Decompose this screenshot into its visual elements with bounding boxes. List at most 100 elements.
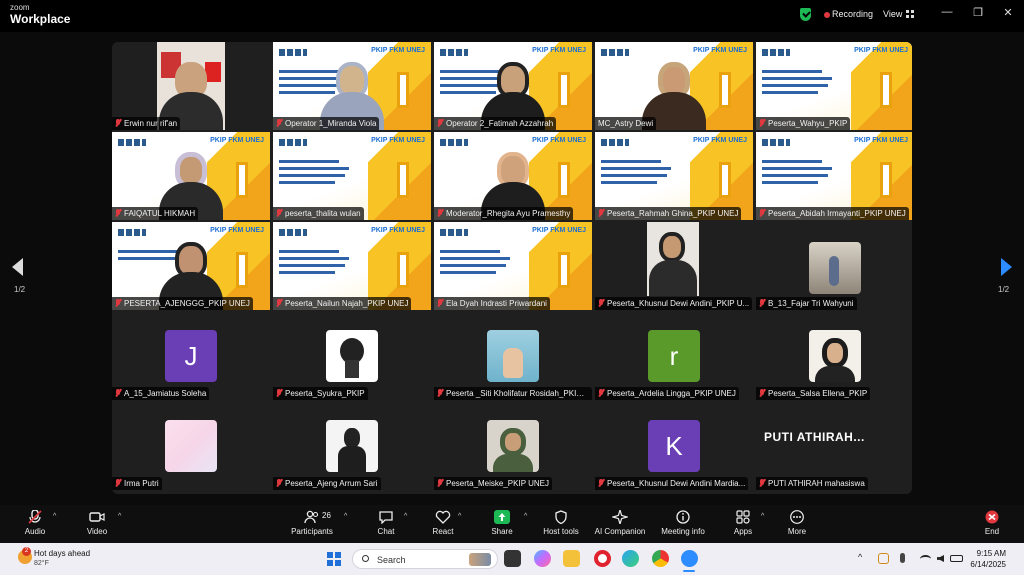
participants-button[interactable]: Participants bbox=[282, 507, 342, 543]
participants-options-caret-icon[interactable]: ^ bbox=[344, 513, 347, 520]
avatar: r bbox=[648, 330, 700, 382]
next-page-arrow-icon[interactable] bbox=[1001, 258, 1012, 276]
avatar bbox=[326, 330, 378, 382]
video-tile[interactable]: Peserta_Khusnul Dewi Andini_PKIP U... bbox=[595, 222, 753, 310]
end-meeting-button[interactable]: End bbox=[962, 507, 1022, 543]
video-tile[interactable]: PKIP FKM UNEJ Operator 2_Fatimah Azzahra… bbox=[434, 42, 592, 130]
participant-display-name: PUTI ATHIRAH... bbox=[764, 430, 865, 444]
video-tile[interactable]: PKIP FKM UNEJ Peserta_Nailun Najah_PKIP … bbox=[273, 222, 431, 310]
encryption-shield-icon[interactable] bbox=[800, 8, 811, 21]
slide-header: PKIP FKM UNEJ bbox=[210, 137, 264, 144]
video-tile[interactable]: Peserta_Salsa Ellena_PKIP bbox=[756, 312, 912, 400]
tray-app-icon[interactable] bbox=[878, 553, 889, 564]
apps-options-caret-icon[interactable]: ^ bbox=[761, 513, 764, 520]
video-tile[interactable]: r Peserta_Ardelia Lingga_PKIP UNEJ bbox=[595, 312, 753, 400]
video-tile[interactable]: Peserta_Ajeng Arrum Sari bbox=[273, 402, 431, 490]
slide-header: PKIP FKM UNEJ bbox=[532, 137, 586, 144]
mic-muted-icon bbox=[437, 119, 443, 127]
grid-view-icon[interactable] bbox=[906, 10, 914, 18]
slide-header: PKIP FKM UNEJ bbox=[854, 47, 908, 54]
tray-overflow-icon[interactable]: ^ bbox=[858, 552, 862, 562]
previous-page-arrow-icon[interactable] bbox=[12, 258, 23, 276]
chat-options-caret-icon[interactable]: ^ bbox=[404, 513, 407, 520]
name-text: Peserta_Ajeng Arrum Sari bbox=[285, 479, 378, 488]
wifi-icon[interactable] bbox=[920, 555, 931, 563]
name-text: FAIQATUL HIKMAH bbox=[124, 209, 196, 218]
zoom-logo: zoom Workplace bbox=[10, 3, 70, 26]
chrome-browser-icon[interactable] bbox=[652, 550, 669, 567]
participant-count: 26 bbox=[322, 511, 331, 520]
avatar bbox=[165, 420, 217, 472]
video-tile[interactable]: PUTI ATHIRAH... PUTI ATHIRAH mahasiswa bbox=[756, 402, 912, 490]
search-highlight-image bbox=[469, 553, 491, 566]
video-tile[interactable]: PKIP FKM UNEJ Operator 1_Miranda Viola bbox=[273, 42, 431, 130]
video-tile[interactable]: Erwin nur rif'an bbox=[112, 42, 270, 130]
share-button[interactable]: Share bbox=[472, 507, 532, 543]
name-text: PUTI ATHIRAH mahasiswa bbox=[768, 479, 865, 488]
participant-name: Peserta_Ardelia Lingga_PKIP UNEJ bbox=[595, 387, 739, 400]
slide-header: PKIP FKM UNEJ bbox=[532, 227, 586, 234]
maximize-button[interactable]: ❐ bbox=[968, 6, 988, 19]
apps-grid-icon bbox=[735, 510, 751, 524]
video-tile[interactable]: Peserta_Meiske_PKIP UNEJ bbox=[434, 402, 592, 490]
video-tile[interactable]: PKIP FKM UNEJ Moderator_Rhegita Ayu Pram… bbox=[434, 132, 592, 220]
participant-name: Peserta_Syukra_PKIP bbox=[273, 387, 368, 400]
zoom-app-icon[interactable] bbox=[681, 550, 698, 567]
slide-header: PKIP FKM UNEJ bbox=[693, 47, 747, 54]
file-explorer-icon[interactable] bbox=[563, 550, 580, 567]
video-tile[interactable]: PKIP FKM UNEJ Peserta_Abidah Irmayanti_P… bbox=[756, 132, 912, 220]
minimize-button[interactable]: — bbox=[937, 6, 957, 18]
windows-start-icon[interactable] bbox=[327, 552, 341, 566]
more-button[interactable]: More bbox=[767, 507, 827, 543]
battery-icon[interactable] bbox=[950, 555, 963, 562]
taskbar-search-box[interactable]: Search bbox=[352, 549, 498, 569]
video-tile[interactable]: K Peserta_Khusnul Dewi Andini Mardia... bbox=[595, 402, 753, 490]
participant-name: Peserta_Khusnul Dewi Andini Mardia... bbox=[595, 477, 749, 490]
opera-browser-icon[interactable] bbox=[594, 550, 611, 567]
video-tile[interactable]: PKIP FKM UNEJ FAIQATUL HIKMAH bbox=[112, 132, 270, 220]
brand-line1: zoom bbox=[10, 3, 30, 12]
react-button[interactable]: React bbox=[413, 507, 473, 543]
edge-browser-icon[interactable] bbox=[622, 550, 639, 567]
video-tile[interactable]: PKIP FKM UNEJ PESERTA_AJENGGG_PKIP UNEJ bbox=[112, 222, 270, 310]
ai-companion-label: AI Companion bbox=[594, 527, 646, 536]
meeting-info-button[interactable]: Meeting info bbox=[653, 507, 713, 543]
name-text: Peserta _Siti Kholifatur Rosidah_PKIP ..… bbox=[446, 389, 591, 398]
close-button[interactable]: ✕ bbox=[998, 6, 1018, 19]
video-tile[interactable]: PKIP FKM UNEJ peserta_thalita wulan bbox=[273, 132, 431, 220]
video-tile[interactable]: PKIP FKM UNEJ Ela Dyah Indrasti Priwarda… bbox=[434, 222, 592, 310]
active-speaker-tile[interactable]: PKIP FKM UNEJ MC_Astry Dewi bbox=[595, 42, 753, 130]
audio-options-caret-icon[interactable]: ^ bbox=[53, 513, 56, 520]
name-text: Peserta_Ardelia Lingga_PKIP UNEJ bbox=[607, 389, 736, 398]
participant-name: PUTI ATHIRAH mahasiswa bbox=[756, 477, 868, 490]
weather-title[interactable]: Hot days ahead bbox=[34, 549, 90, 558]
copilot-icon[interactable] bbox=[534, 550, 551, 567]
mic-muted-icon bbox=[115, 389, 121, 397]
video-tile[interactable]: PKIP FKM UNEJ Peserta_Wahyu_PKIP bbox=[756, 42, 912, 130]
share-screen-icon bbox=[494, 510, 510, 524]
react-options-caret-icon[interactable]: ^ bbox=[458, 513, 461, 520]
volume-icon[interactable] bbox=[937, 555, 944, 562]
system-clock[interactable]: 9:15 AM 6/14/2025 bbox=[970, 548, 1006, 570]
video-camera-icon bbox=[89, 510, 105, 524]
participant-name: Peserta_Khusnul Dewi Andini_PKIP U... bbox=[595, 297, 753, 310]
video-tile[interactable]: PKIP FKM UNEJ Peserta_Rahmah Ghina_PKIP … bbox=[595, 132, 753, 220]
video-tile[interactable]: B_13_Fajar Tri Wahyuni bbox=[756, 222, 912, 310]
host-tools-button[interactable]: Host tools bbox=[531, 507, 591, 543]
name-text: Peserta_Meiske_PKIP UNEJ bbox=[446, 479, 550, 488]
view-button[interactable]: View bbox=[883, 9, 902, 19]
video-tile[interactable]: Peserta _Siti Kholifatur Rosidah_PKIP ..… bbox=[434, 312, 592, 400]
participant-name: FAIQATUL HIKMAH bbox=[112, 207, 199, 220]
microphone-icon[interactable] bbox=[900, 553, 905, 563]
share-options-caret-icon[interactable]: ^ bbox=[524, 513, 527, 520]
video-tile[interactable]: Peserta_Syukra_PKIP bbox=[273, 312, 431, 400]
ai-companion-button[interactable]: AI Companion bbox=[590, 507, 650, 543]
video-tile[interactable]: Irma Putri bbox=[112, 402, 270, 490]
active-app-indicator bbox=[683, 570, 695, 572]
video-options-caret-icon[interactable]: ^ bbox=[118, 513, 121, 520]
task-view-icon[interactable] bbox=[504, 550, 521, 567]
video-tile[interactable]: J A_15_Jamiatus Soleha bbox=[112, 312, 270, 400]
recording-label[interactable]: Recording bbox=[832, 9, 873, 19]
mic-muted-icon bbox=[598, 209, 604, 217]
name-text: Moderator_Rhegita Ayu Pramesthy bbox=[446, 209, 571, 218]
